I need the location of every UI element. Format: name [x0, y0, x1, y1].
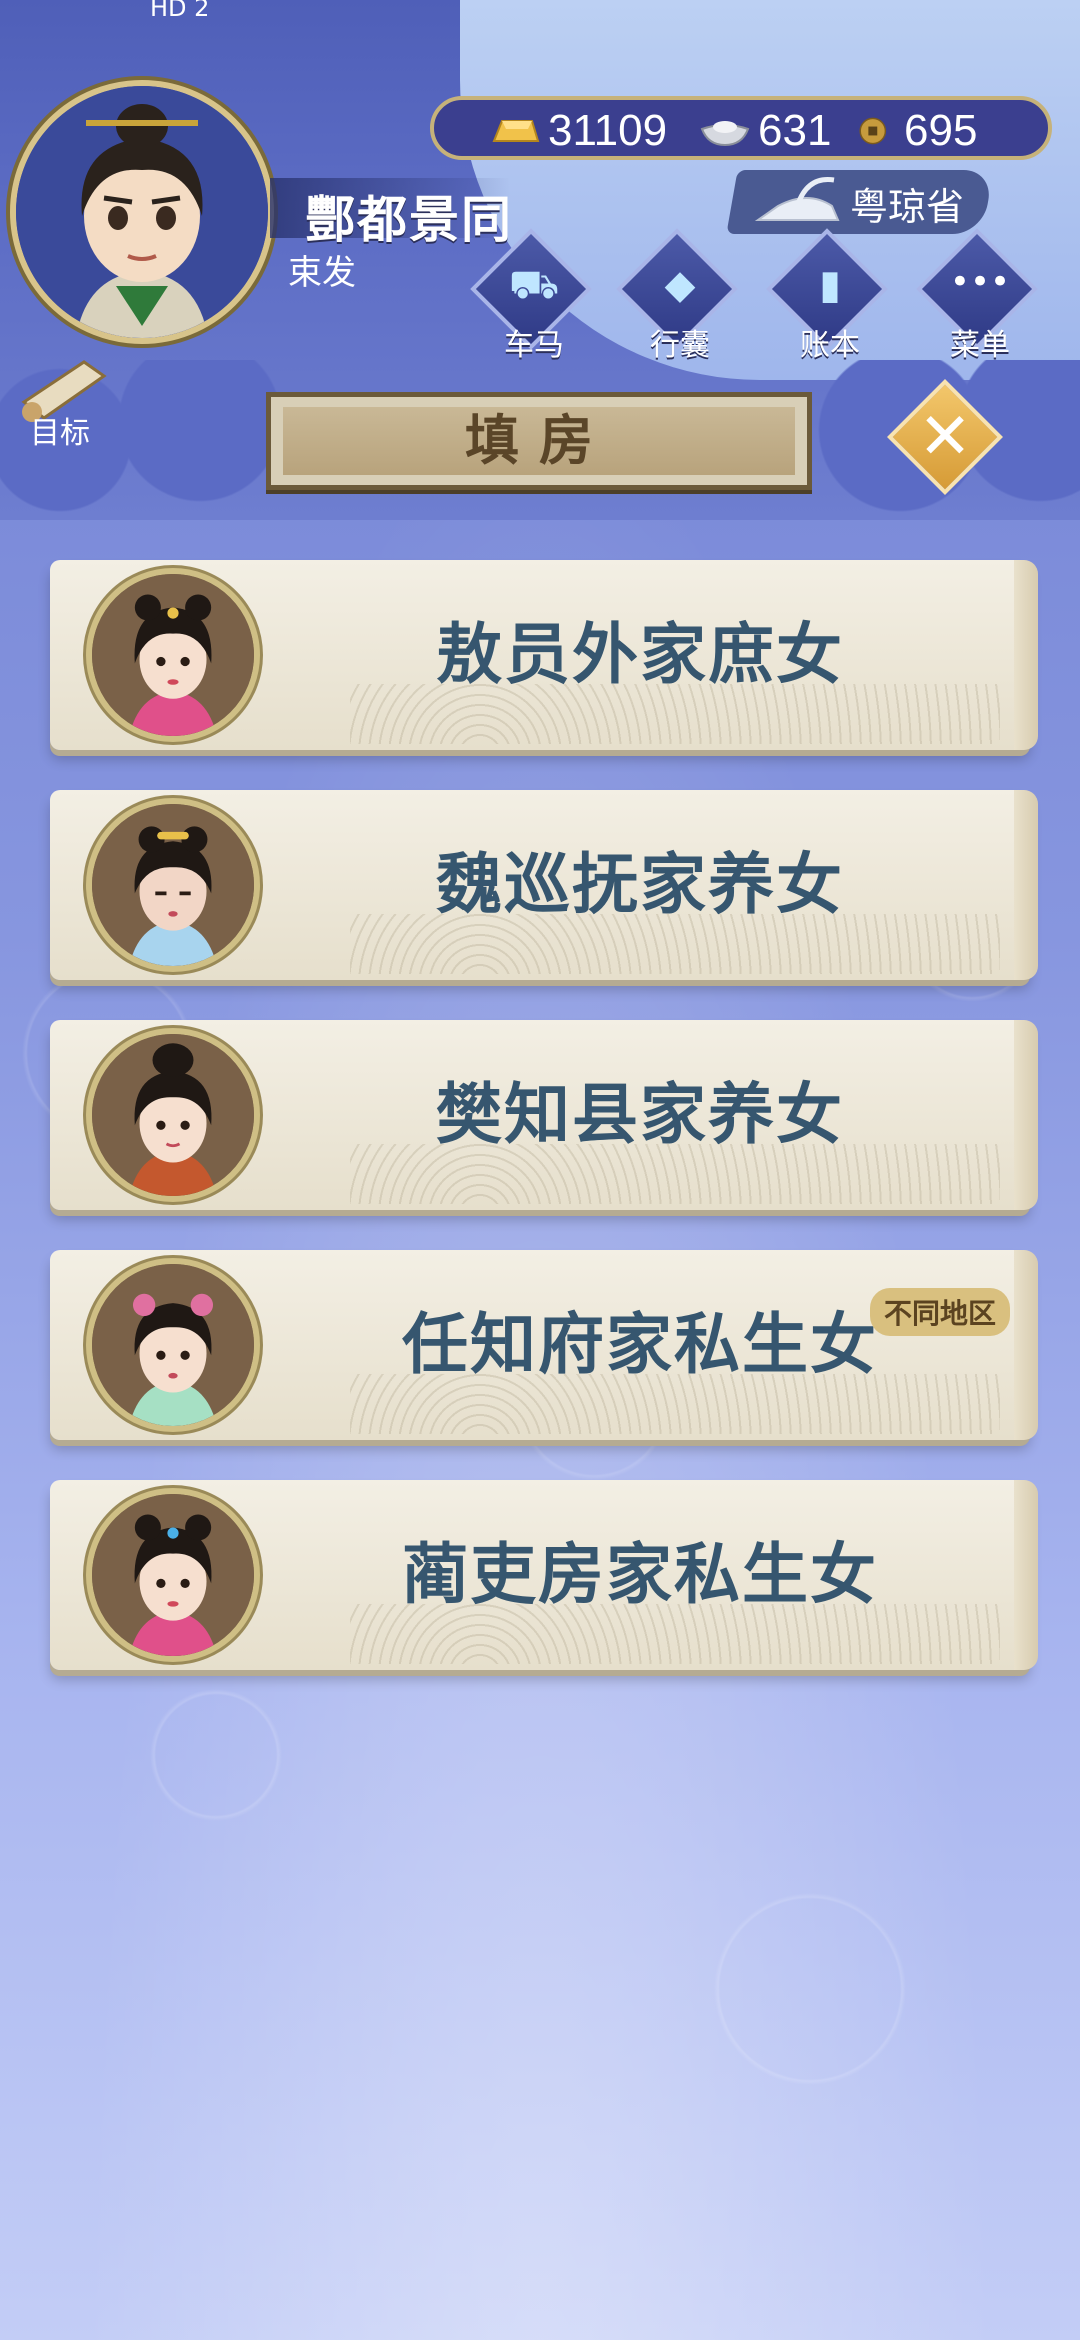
gold-currency: 31109 [488, 106, 667, 156]
status-bar: HD 2 [0, 0, 1080, 26]
candidate-card[interactable]: 任知府家私生女 不同地区 [50, 1250, 1038, 1440]
candidate-name: 蔺吏房家私生女 [402, 1536, 878, 1613]
candidate-name: 敖员外家庶女 [436, 616, 844, 693]
candidate-portrait [86, 568, 260, 742]
carriage-button[interactable]: ⛟ 车马 [470, 228, 594, 363]
candidate-card[interactable]: 敖员外家庶女 [50, 560, 1038, 750]
lady-portrait-icon [92, 1264, 254, 1426]
coin-currency: 695 [858, 106, 977, 156]
lady-portrait-icon [92, 804, 254, 966]
candidate-card[interactable]: 蔺吏房家私生女 [50, 1480, 1038, 1670]
bag-label: 行囊 [650, 328, 710, 363]
ledger-button[interactable]: ▮ 账本 [766, 228, 890, 363]
menu-button[interactable]: ••• 菜单 [916, 228, 1040, 363]
carriage-icon: ⛟ [508, 262, 560, 308]
player-avatar[interactable] [10, 80, 274, 344]
candidate-portrait [86, 1488, 260, 1662]
silver-ingot-icon [700, 121, 750, 147]
player-portrait-icon [16, 86, 268, 338]
gold-ingot-icon [492, 120, 540, 142]
candidate-portrait [86, 1258, 260, 1432]
candidate-name: 魏巡抚家养女 [436, 846, 844, 923]
copper-coin-icon [859, 117, 887, 145]
candidate-name: 樊知县家养女 [436, 1076, 844, 1153]
silver-amount: 631 [758, 106, 832, 155]
currency-bar: 31109 631 695 [430, 96, 1052, 160]
ledger-label: 账本 [800, 328, 860, 363]
iron-icon [754, 177, 840, 221]
goal-label: 目标 [30, 416, 90, 451]
province-label: 粤琼省 [850, 185, 965, 229]
close-icon: ✕ [918, 400, 972, 474]
candidate-portrait [86, 1028, 260, 1202]
candidate-name: 任知府家私生女 [402, 1306, 878, 1383]
lady-portrait-icon [92, 574, 254, 736]
menu-label: 菜单 [950, 328, 1010, 363]
candidate-card[interactable]: 樊知县家养女 [50, 1020, 1038, 1210]
more-icon: ••• [949, 262, 1011, 302]
bag-icon: ◆ [664, 262, 696, 308]
lady-portrait-icon [92, 1034, 254, 1196]
player-title: 束发 [288, 253, 356, 293]
page-title: 填房 [465, 409, 613, 472]
carriage-label: 车马 [504, 328, 564, 363]
gold-amount: 31109 [548, 106, 668, 155]
coin-amount: 695 [904, 106, 978, 155]
candidate-portrait [86, 798, 260, 972]
region-badge: 不同地区 [869, 1288, 1010, 1336]
lady-portrait-icon [92, 1494, 254, 1656]
bag-button[interactable]: ◆ 行囊 [616, 228, 740, 363]
silver-currency: 631 [698, 106, 831, 156]
ledger-icon: ▮ [818, 262, 841, 308]
candidate-card[interactable]: 魏巡抚家养女 [50, 790, 1038, 980]
status-network: HD 2 [150, 0, 210, 22]
